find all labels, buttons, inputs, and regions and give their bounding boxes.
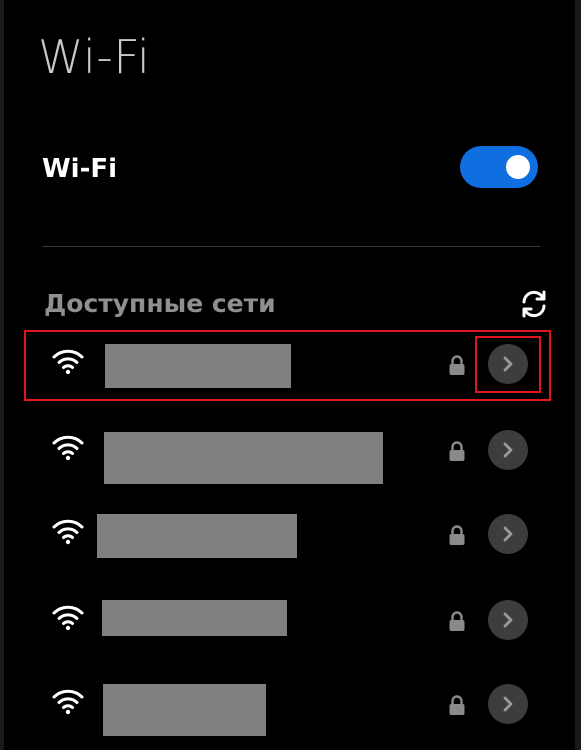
network-list-item[interactable]	[4, 330, 575, 400]
toggle-knob	[506, 155, 530, 179]
wifi-signal-icon	[52, 434, 84, 462]
page-title: Wi-Fi	[38, 30, 151, 84]
wifi-settings-screen: Wi-Fi Wi-Fi Доступные сети	[4, 0, 575, 750]
network-details-button[interactable]	[488, 684, 528, 724]
wifi-toggle-switch[interactable]	[460, 146, 538, 188]
network-details-button[interactable]	[488, 430, 528, 470]
lock-icon	[448, 610, 466, 632]
divider	[42, 246, 540, 247]
network-name-redacted	[102, 600, 287, 636]
network-name-redacted	[104, 432, 383, 484]
wifi-signal-icon	[52, 348, 84, 376]
lock-icon	[448, 694, 466, 716]
network-list-item[interactable]	[4, 500, 575, 570]
lock-icon	[448, 524, 466, 546]
network-details-button[interactable]	[488, 514, 528, 554]
network-list-item[interactable]	[4, 586, 575, 656]
available-networks-header: Доступные сети	[44, 289, 276, 318]
wifi-signal-icon	[52, 688, 84, 716]
network-details-button[interactable]	[488, 600, 528, 640]
network-name-redacted	[105, 344, 291, 388]
chevron-right-icon	[503, 696, 513, 712]
refresh-icon[interactable]	[518, 288, 550, 320]
wifi-signal-icon	[52, 518, 84, 546]
lock-icon	[448, 354, 466, 376]
chevron-right-icon	[503, 356, 513, 372]
network-name-redacted	[97, 514, 297, 558]
chevron-right-icon	[503, 612, 513, 628]
chevron-right-icon	[503, 442, 513, 458]
wifi-toggle-label: Wi-Fi	[42, 154, 118, 184]
network-list-item[interactable]	[4, 416, 575, 486]
wifi-signal-icon	[52, 604, 84, 632]
lock-icon	[448, 440, 466, 462]
network-details-button[interactable]	[488, 344, 528, 384]
network-list-item[interactable]	[4, 670, 575, 740]
network-name-redacted	[103, 684, 266, 736]
chevron-right-icon	[503, 526, 513, 542]
wifi-toggle-row[interactable]: Wi-Fi	[4, 140, 575, 198]
